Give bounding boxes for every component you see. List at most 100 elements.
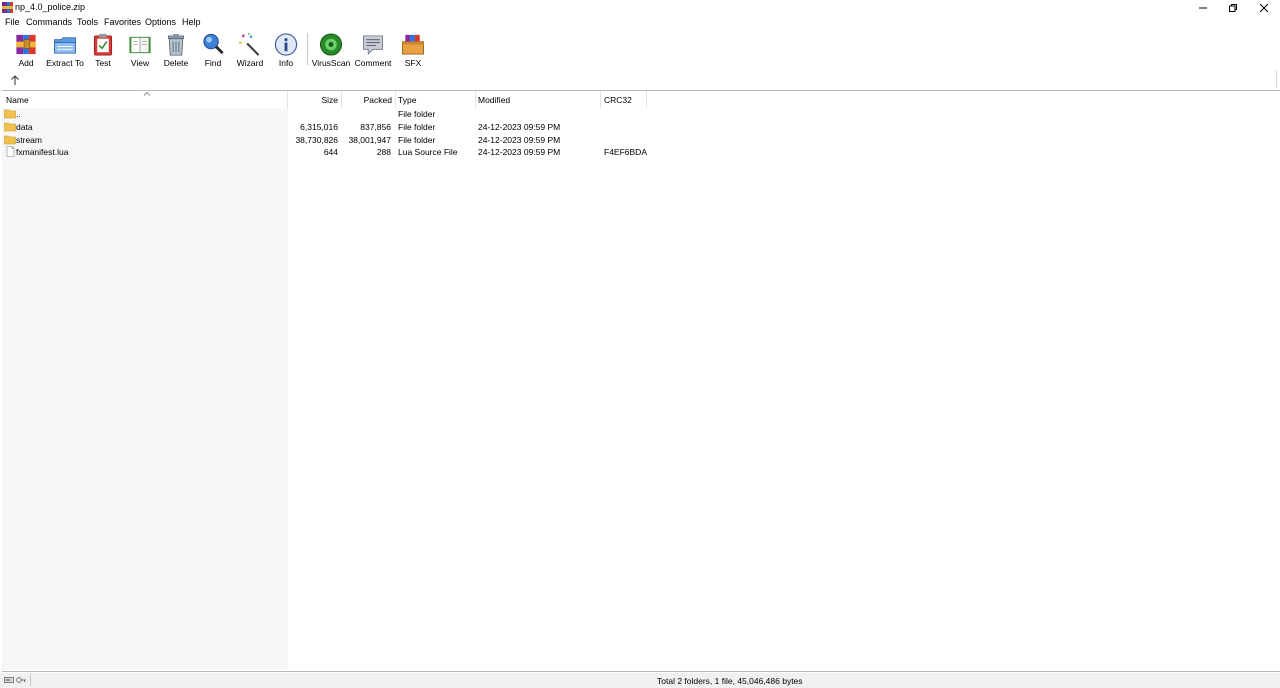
- name-column-background: [2, 108, 288, 670]
- address-bar-edge: [1276, 70, 1277, 88]
- info-icon: [274, 33, 298, 56]
- virus-scan-icon: [319, 33, 343, 56]
- find-button[interactable]: Find: [200, 32, 226, 68]
- folder-icon: [4, 135, 16, 145]
- column-crc32-label: CRC32: [604, 95, 632, 105]
- folder-icon: [4, 109, 16, 119]
- column-size-label: Size: [321, 95, 338, 105]
- file-packed: 288: [376, 147, 391, 157]
- file-modified: 24-12-2023 09:59 PM: [478, 147, 561, 157]
- menu-favorites[interactable]: Favorites: [104, 17, 141, 27]
- virusscan-button[interactable]: VirusScan: [311, 32, 351, 68]
- toolbar-separator: [307, 33, 308, 65]
- column-packed[interactable]: Packed: [342, 91, 396, 108]
- toolbar: Add Extract To Test View Delete Find Wiz…: [0, 29, 1280, 70]
- column-crc32[interactable]: CRC32: [601, 91, 647, 108]
- delete-label: Delete: [163, 58, 189, 68]
- extract-to-button[interactable]: Extract To: [46, 32, 84, 68]
- file-name: fxmanifest.lua: [16, 147, 69, 157]
- file-name: stream: [16, 135, 42, 145]
- file-size: 38,730,826: [295, 135, 338, 145]
- find-label: Find: [204, 58, 222, 68]
- menu-options[interactable]: Options: [145, 17, 176, 27]
- file-packed: 837,856: [360, 122, 391, 132]
- sfx-label: SFX: [404, 58, 422, 68]
- extract-folder-icon: [54, 37, 76, 54]
- file-type: File folder: [398, 122, 436, 132]
- comment-button[interactable]: Comment: [355, 32, 391, 68]
- file-row-fxmanifest[interactable]: fxmanifest.lua 644 288 Lua Source File 2…: [2, 146, 648, 158]
- menu-tools[interactable]: Tools: [77, 17, 98, 27]
- folder-icon: [4, 122, 16, 132]
- window-title: np_4.0_police.zip: [15, 2, 86, 12]
- file-modified: 24-12-2023 09:59 PM: [478, 122, 561, 132]
- sfx-archive-icon: [402, 34, 424, 55]
- file-row-stream[interactable]: stream 38,730,826 38,001,947 File folder…: [2, 134, 648, 146]
- close-button[interactable]: [1249, 0, 1279, 15]
- info-label: Info: [278, 58, 294, 68]
- file-name: data: [16, 122, 33, 132]
- virusscan-label: VirusScan: [311, 58, 351, 68]
- drive-icon[interactable]: [4, 676, 14, 684]
- winrar-app-icon: [2, 2, 13, 13]
- file-packed: 38,001,947: [348, 135, 391, 145]
- wizard-button[interactable]: Wizard: [236, 32, 264, 68]
- winrar-window: np_4.0_police.zip File Commands Tools Fa…: [0, 0, 1280, 688]
- info-button[interactable]: Info: [273, 32, 299, 68]
- column-packed-label: Packed: [363, 95, 392, 105]
- extract-to-label: Extract To: [46, 58, 84, 68]
- delete-button[interactable]: Delete: [163, 32, 189, 68]
- column-modified[interactable]: Modified: [476, 91, 601, 108]
- test-button[interactable]: Test: [90, 32, 116, 68]
- file-type: File folder: [398, 109, 436, 119]
- comment-icon: [363, 35, 383, 56]
- restore-icon: [1229, 3, 1237, 12]
- sfx-button[interactable]: SFX: [399, 32, 427, 68]
- view-label: View: [130, 58, 150, 68]
- address-bar: [0, 70, 1280, 90]
- minimize-icon: [1199, 7, 1207, 8]
- column-size[interactable]: Size: [288, 91, 342, 108]
- test-label: Test: [95, 58, 111, 68]
- minimize-button[interactable]: [1188, 0, 1218, 15]
- key-icon[interactable]: [16, 676, 27, 684]
- file-size: 6,315,016: [300, 122, 338, 132]
- magnifier-icon: [203, 33, 224, 55]
- column-name[interactable]: Name: [2, 91, 288, 108]
- menu-file[interactable]: File: [5, 17, 20, 27]
- add-button[interactable]: Add: [11, 32, 41, 68]
- column-name-label: Name: [6, 95, 29, 105]
- comment-label: Comment: [354, 58, 392, 68]
- view-button[interactable]: View: [124, 32, 156, 68]
- wizard-label: Wizard: [236, 58, 264, 68]
- close-icon: [1259, 3, 1269, 12]
- test-clipboard-icon: [93, 33, 113, 56]
- file-type: Lua Source File: [398, 147, 458, 157]
- file-row-data[interactable]: data 6,315,016 837,856 File folder 24-12…: [2, 121, 648, 133]
- file-modified: 24-12-2023 09:59 PM: [478, 135, 561, 145]
- up-arrow-icon[interactable]: [9, 74, 21, 86]
- menu-help[interactable]: Help: [182, 17, 201, 27]
- file-row-parent[interactable]: .. File folder: [2, 108, 648, 120]
- trash-icon: [168, 33, 184, 56]
- column-modified-label: Modified: [478, 95, 511, 105]
- status-separator: [30, 675, 31, 686]
- status-summary: Total 2 folders, 1 file, 45,046,486 byte…: [657, 676, 803, 686]
- title-bar: np_4.0_police.zip: [0, 0, 1280, 15]
- column-type-label: Type: [398, 95, 417, 105]
- file-type: File folder: [398, 135, 436, 145]
- menu-commands[interactable]: Commands: [26, 17, 72, 27]
- column-header: Name Size Packed Type Modified CRC32: [2, 91, 1278, 108]
- status-bar: Total 2 folders, 1 file, 45,046,486 byte…: [0, 673, 1280, 688]
- sort-ascending-icon: [143, 91, 151, 96]
- add-label: Add: [18, 58, 34, 68]
- file-icon: [6, 146, 15, 157]
- column-type[interactable]: Type: [396, 91, 476, 108]
- view-book-icon: [129, 36, 151, 54]
- add-archive-icon: [16, 34, 36, 55]
- menu-bar: File Commands Tools Favorites Options He…: [0, 15, 1280, 29]
- file-size: 644: [323, 147, 338, 157]
- restore-button[interactable]: [1218, 0, 1248, 15]
- file-crc32: F4EF6BDA: [604, 147, 647, 157]
- magic-wand-icon: [239, 32, 260, 56]
